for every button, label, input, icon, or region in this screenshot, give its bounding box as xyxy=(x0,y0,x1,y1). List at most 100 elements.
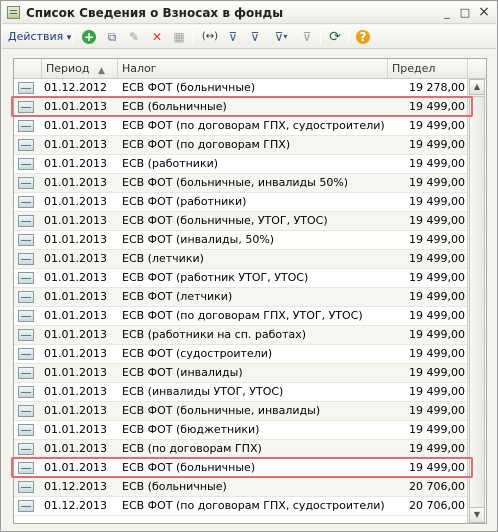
list-window: Список Сведения о Взносах в фонды _ □ × … xyxy=(0,0,498,532)
tax-cell: ЕСВ (работники) xyxy=(122,157,219,170)
range-button[interactable]: (↔) xyxy=(199,28,221,46)
record-icon xyxy=(18,215,34,227)
close-button[interactable]: × xyxy=(476,5,492,20)
scroll-down-icon[interactable]: ▼ xyxy=(469,507,485,523)
table-row[interactable]: 01.01.2013 ЕСВ (работники) 19 499,00 xyxy=(14,155,486,174)
table-row[interactable]: 01.01.2013 ЕСВ (больничные) 19 499,00 xyxy=(14,98,486,117)
sort-filter-button[interactable]: ⊽ xyxy=(224,28,242,46)
tax-cell: ЕСВ (больничные) xyxy=(122,100,227,113)
table-row[interactable]: 01.01.2013 ЕСВ (по договорам ГПХ) 19 499,0… xyxy=(14,440,486,459)
record-icon xyxy=(18,329,34,341)
limit-cell: 19 499,00 xyxy=(409,347,465,360)
table-row[interactable]: 01.01.2013 ЕСВ ФОТ (больничные, инвалиды … xyxy=(14,174,486,193)
scroll-thumb[interactable] xyxy=(469,96,485,508)
table-row[interactable]: 01.01.2013 ЕСВ ФОТ (летчики) 19 499,00 xyxy=(14,288,486,307)
refresh-button[interactable]: ⟳ xyxy=(326,28,344,46)
table-row[interactable]: 01.01.2013 ЕСВ ФОТ (по договорам ГПХ, УТО… xyxy=(14,307,486,326)
period-cell: 01.01.2013 xyxy=(44,138,107,151)
table-row[interactable]: 01.01.2013 ЕСВ (инвалиды УТОГ, УТОС) 19 49… xyxy=(14,383,486,402)
tax-cell: ЕСВ (по договорам ГПХ) xyxy=(122,442,262,455)
tax-cell: ЕСВ ФОТ (по договорам ГПХ, УТОГ, УТОС) xyxy=(122,309,363,322)
header-period[interactable]: Период ▲ xyxy=(42,59,118,79)
table-row[interactable]: 01.01.2013 ЕСВ (работники на сп. работах)… xyxy=(14,326,486,345)
tax-cell: ЕСВ ФОТ (судостроители) xyxy=(122,347,273,360)
table-row[interactable]: 01.01.2013 ЕСВ ФОТ (по договорам ГПХ) 19 4… xyxy=(14,136,486,155)
filter-value-button[interactable]: ⊽ xyxy=(246,28,264,46)
table-row[interactable]: 01.01.2013 ЕСВ ФОТ (инвалиды, 50%) 19 499,… xyxy=(14,231,486,250)
limit-cell: 19 499,00 xyxy=(409,138,465,151)
table-row[interactable]: 01.12.2013 ЕСВ ФОТ (по договорам ГПХ, суд… xyxy=(14,497,486,516)
period-cell: 01.01.2013 xyxy=(44,290,107,303)
copy-button[interactable]: ⧉ xyxy=(103,28,121,46)
table-body: 01.12.2012 ЕСВ ФОТ (больничные) 19 278,00 0… xyxy=(14,79,486,516)
save-icon: ▦ xyxy=(173,30,185,44)
refresh-icon: ⟳ xyxy=(329,29,341,45)
table-row[interactable]: 01.01.2013 ЕСВ ФОТ (больничные, инвалиды)… xyxy=(14,402,486,421)
table-row[interactable]: 01.01.2013 ЕСВ ФОТ (работник УТОГ, УТОС) 1… xyxy=(14,269,486,288)
filter-list-icon: ⊽ xyxy=(228,30,238,44)
record-icon xyxy=(18,158,34,170)
limit-cell: 19 499,00 xyxy=(409,176,465,189)
table-row[interactable]: 01.01.2013 ЕСВ ФОТ (больничные) 19 499,00 xyxy=(14,459,486,478)
table-row[interactable]: 01.12.2012 ЕСВ ФОТ (больничные) 19 278,00 xyxy=(14,79,486,98)
delete-icon: ✕ xyxy=(151,30,163,44)
table-row[interactable]: 01.01.2013 ЕСВ ФОТ (по договорам ГПХ, суд… xyxy=(14,117,486,136)
add-button[interactable]: + xyxy=(80,28,98,46)
table-row[interactable]: 01.01.2013 ЕСВ ФОТ (работники) 19 499,00 xyxy=(14,193,486,212)
clear-filter-button[interactable]: ⊽ xyxy=(298,28,316,46)
help-button[interactable]: ? xyxy=(354,28,372,46)
tax-cell: ЕСВ ФОТ (больничные, инвалиды) xyxy=(122,404,321,417)
filter-off-icon: ⊽ xyxy=(302,30,312,44)
maximize-button[interactable]: □ xyxy=(457,6,473,20)
period-cell: 01.01.2013 xyxy=(44,347,107,360)
minimize-button[interactable]: _ xyxy=(439,6,455,20)
period-cell: 01.01.2013 xyxy=(44,214,107,227)
toolbar-divider xyxy=(73,29,74,45)
limit-cell: 20 706,00 xyxy=(409,480,465,493)
table-row[interactable]: 01.01.2013 ЕСВ ФОТ (инвалиды) 19 499,00 xyxy=(14,364,486,383)
header-limit[interactable]: Предел xyxy=(388,59,468,79)
limit-cell: 19 499,00 xyxy=(409,252,465,265)
vertical-scrollbar[interactable]: ▲ ▼ xyxy=(467,79,485,523)
pencil-icon: ✎ xyxy=(128,30,140,44)
period-cell: 01.01.2013 xyxy=(44,176,107,189)
record-icon xyxy=(18,82,34,94)
actions-label: Действия xyxy=(8,30,64,43)
record-icon xyxy=(18,310,34,322)
period-cell: 01.01.2013 xyxy=(44,119,107,132)
limit-cell: 19 499,00 xyxy=(409,214,465,227)
tax-cell: ЕСВ ФОТ (по договорам ГПХ, судостроители… xyxy=(122,499,385,512)
record-icon xyxy=(18,462,34,474)
period-cell: 01.01.2013 xyxy=(44,100,107,113)
table-row[interactable]: 01.01.2013 ЕСВ (летчики) 19 499,00 xyxy=(14,250,486,269)
toolbar-divider xyxy=(193,29,194,45)
record-icon xyxy=(18,196,34,208)
tax-cell: ЕСВ ФОТ (летчики) xyxy=(122,290,233,303)
header-icon-column xyxy=(14,59,42,79)
actions-menu[interactable]: Действия ▾ xyxy=(8,30,71,43)
header-tax[interactable]: Налог xyxy=(118,59,388,79)
table-row[interactable]: 01.01.2013 ЕСВ ФОТ (судостроители) 19 499,… xyxy=(14,345,486,364)
record-icon xyxy=(18,120,34,132)
limit-cell: 19 499,00 xyxy=(409,461,465,474)
help-icon: ? xyxy=(356,30,370,44)
filter-dropdown-button[interactable]: ⊽ ▾ xyxy=(268,28,294,46)
table-row[interactable]: 01.01.2013 ЕСВ ФОТ (больничные, УТОГ, УТО… xyxy=(14,212,486,231)
filter-settings-icon: ⊽ xyxy=(274,30,284,44)
period-cell: 01.01.2013 xyxy=(44,328,107,341)
delete-button[interactable]: ✕ xyxy=(148,28,166,46)
tax-cell: ЕСВ ФОТ (больничные) xyxy=(122,461,256,474)
tax-cell: ЕСВ (летчики) xyxy=(122,252,204,265)
table-row[interactable]: 01.01.2013 ЕСВ ФОТ (бюджетники) 19 499,00 xyxy=(14,421,486,440)
tax-cell: ЕСВ ФОТ (по договорам ГПХ, судостроители… xyxy=(122,119,385,132)
record-icon xyxy=(18,234,34,246)
period-cell: 01.01.2013 xyxy=(44,423,107,436)
tax-cell: ЕСВ ФОТ (инвалиды, 50%) xyxy=(122,233,275,246)
table-row[interactable]: 01.12.2013 ЕСВ (больничные) 20 706,00 xyxy=(14,478,486,497)
period-cell: 01.01.2013 xyxy=(44,271,107,284)
save-button[interactable]: ▦ xyxy=(170,28,188,46)
edit-button[interactable]: ✎ xyxy=(125,28,143,46)
scroll-up-icon[interactable]: ▲ xyxy=(469,79,485,95)
tax-cell: ЕСВ ФОТ (больничные, инвалиды 50%) xyxy=(122,176,349,189)
record-icon xyxy=(18,443,34,455)
